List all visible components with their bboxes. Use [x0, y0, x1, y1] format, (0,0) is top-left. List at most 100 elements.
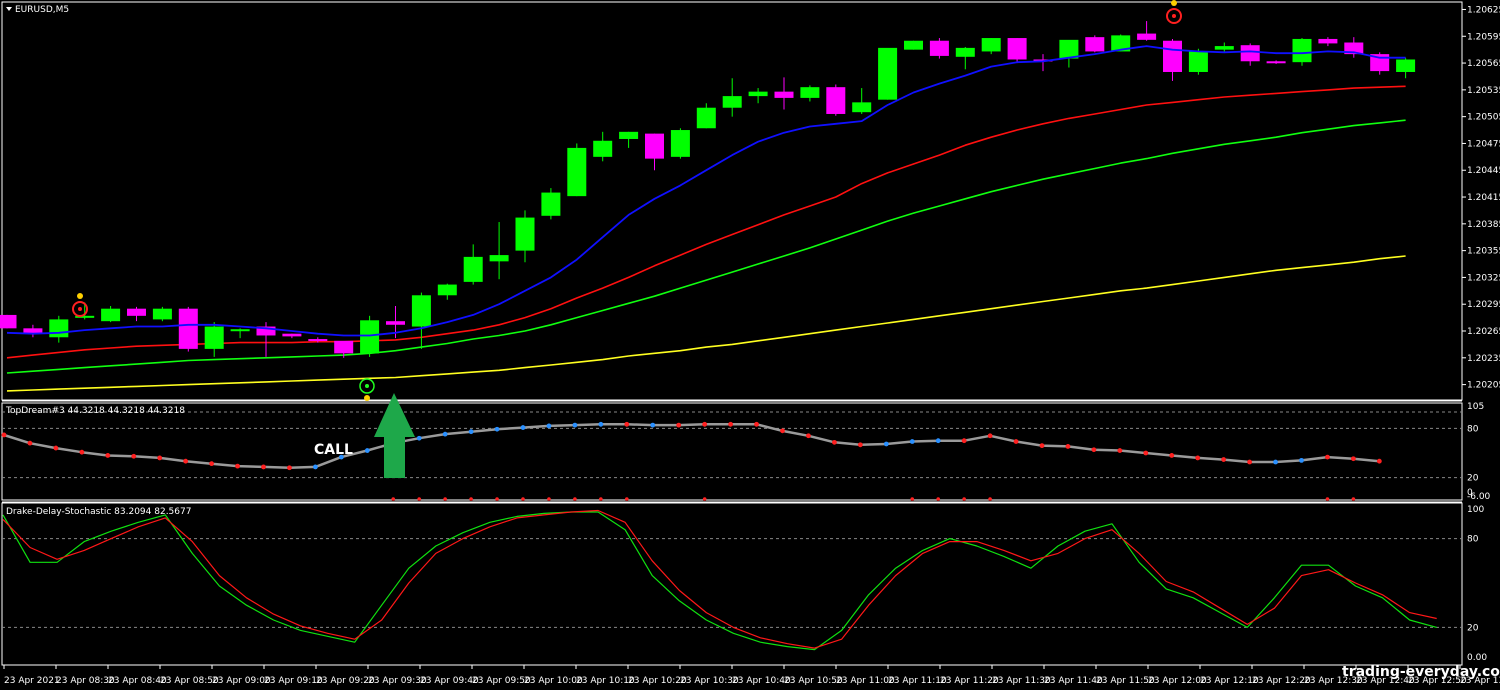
- time-axis-label: 23 Apr 08:40: [108, 676, 167, 686]
- candle-body: [619, 131, 639, 139]
- topdream-axis-label: -6.00: [1467, 492, 1491, 502]
- stochastic-axis-label: 20: [1467, 623, 1479, 633]
- candle-body: [49, 319, 69, 338]
- topdream-signal-dot: [573, 497, 577, 501]
- price-layer: [0, 21, 1416, 392]
- topdream-signal-dot: [417, 497, 422, 501]
- time-axis-label: 23 Apr 09:50: [472, 676, 531, 686]
- candle-body: [1059, 39, 1079, 59]
- time-axis-label: 23 Apr 10:50: [784, 676, 843, 686]
- topdream-layer: [1, 411, 1462, 501]
- sell-signal-icon: [72, 293, 88, 317]
- time-axis-label: 23 Apr 10:10: [576, 676, 635, 686]
- topdream-dot: [313, 464, 318, 470]
- time-axis-label: 23 Apr 09:20: [316, 676, 375, 686]
- topdream-dot: [598, 421, 604, 427]
- candle-body: [1188, 51, 1208, 72]
- topdream-dot: [442, 431, 448, 437]
- topdream-dot: [1299, 457, 1304, 463]
- ma-blue-line: [6, 45, 1406, 337]
- candle-body: [1007, 38, 1027, 60]
- price-axis-label: 1.20595: [1467, 32, 1500, 42]
- topdream-dot: [754, 421, 759, 427]
- stochastic-axis-label: 80: [1467, 535, 1479, 545]
- candle-body: [101, 308, 121, 322]
- topdream-signal-dot: [391, 497, 396, 501]
- topdream-dot: [1013, 439, 1019, 444]
- price-axis-label: 1.20385: [1467, 220, 1500, 230]
- topdream-dot: [468, 429, 474, 435]
- candle-body: [645, 133, 664, 159]
- candle-body: [1214, 46, 1234, 50]
- chart-title: EURUSD,M5: [15, 5, 69, 15]
- trading-chart: 1.20625 1.20595 1.20565 1.20535 1.20505 1.204…: [0, 0, 1500, 686]
- time-axis-label: 23 Apr 11:50: [1096, 676, 1155, 686]
- topdream-dot: [883, 441, 889, 447]
- topdream-dot: [1117, 448, 1123, 453]
- topdream-dot: [261, 464, 266, 470]
- candle-body: [308, 339, 328, 342]
- ma-yellow-line: [6, 255, 1406, 392]
- candle-body: [386, 321, 405, 325]
- candle-body: [127, 308, 146, 316]
- topdream-dot: [1221, 457, 1227, 462]
- price-axis-label: 1.20235: [1467, 354, 1500, 364]
- time-axis-label: 23 Apr 11:40: [1044, 676, 1103, 686]
- topdream-dot: [806, 433, 811, 439]
- topdream-signal-dot: [495, 497, 499, 501]
- time-axis-label: 23 Apr 10:20: [628, 676, 687, 686]
- price-axis-label: 1.20475: [1467, 139, 1500, 149]
- topdream-dot: [857, 442, 863, 448]
- candle-body: [437, 284, 457, 296]
- time-axis-label: 23 Apr 10:40: [732, 676, 791, 686]
- topdream-signal-dot: [988, 497, 992, 501]
- stochastic-label: Drake-Delay-Stochastic 83.2094 82.5677: [6, 507, 191, 517]
- topdream-axis-label: 80: [1467, 424, 1479, 434]
- topdream-signal-dot: [469, 497, 473, 501]
- candle-body: [178, 308, 198, 349]
- price-axis-label: 1.20535: [1467, 86, 1500, 96]
- topdream-dot: [157, 455, 163, 461]
- candle-body: [230, 329, 250, 332]
- candle-body: [1396, 59, 1416, 72]
- price-axis-label: 1.20265: [1467, 327, 1500, 337]
- price-axis-label: 1.20565: [1467, 59, 1500, 69]
- candle-body: [774, 91, 794, 98]
- stochastic-axis-label: 0.00: [1467, 653, 1487, 663]
- candle-body: [360, 320, 380, 354]
- candle-body: [515, 217, 535, 251]
- topdream-dot: [520, 425, 526, 430]
- call-label: CALL: [314, 442, 353, 458]
- topdream-axis-label: 20: [1467, 474, 1479, 484]
- topdream-panel-frame: [1, 402, 1463, 501]
- time-axis-label: 23 Apr 2021: [4, 676, 60, 686]
- topdream-dot: [1143, 450, 1149, 456]
- time-axis-label: 23 Apr 09:40: [420, 676, 479, 686]
- candle-body: [1292, 38, 1312, 63]
- candle-body: [1240, 45, 1260, 62]
- candle-body: [463, 256, 483, 282]
- topdream-dot: [287, 465, 292, 471]
- topdream-dot: [79, 449, 85, 455]
- time-axis-label: 23 Apr 11:10: [888, 676, 947, 686]
- candle-body: [852, 102, 872, 113]
- time-axis-label: 23 Apr 11:30: [992, 676, 1051, 686]
- topdream-dot: [1273, 459, 1278, 465]
- candle-body: [696, 107, 716, 129]
- candle-body: [411, 295, 431, 327]
- topdream-dot: [650, 422, 656, 428]
- topdream-dot: [909, 439, 915, 444]
- dropdown-triangle-icon[interactable]: [6, 7, 12, 11]
- time-axis-label: 23 Apr 09:10: [264, 676, 323, 686]
- stochastic-axis-label: 100: [1467, 505, 1484, 515]
- topdream-dot: [935, 438, 941, 444]
- candle-body: [800, 87, 820, 98]
- candle-body: [204, 326, 224, 349]
- time-axis-label: 23 Apr 11:00: [836, 676, 895, 686]
- candle-body: [334, 340, 354, 354]
- topdream-signal-dot: [936, 497, 940, 501]
- candle-body: [1163, 40, 1182, 72]
- candle-body: [489, 255, 509, 262]
- price-axis-label: 1.20355: [1467, 247, 1500, 257]
- topdream-axis-label: 105: [1467, 402, 1484, 412]
